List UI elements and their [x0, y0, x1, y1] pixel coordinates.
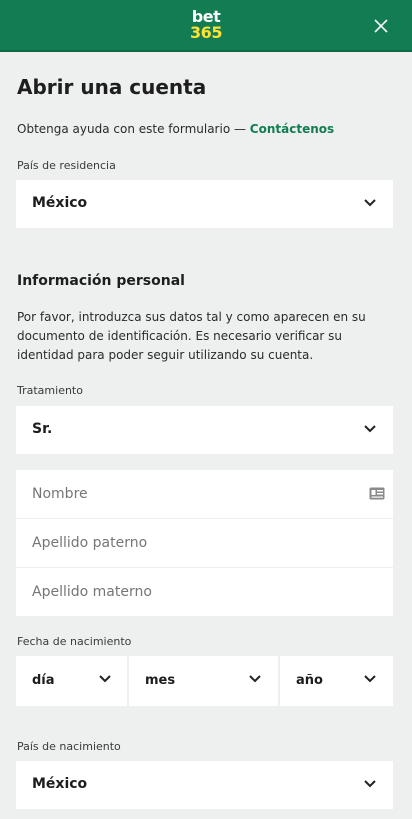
chevron-down-icon	[364, 425, 376, 433]
chevron-down-icon	[249, 675, 261, 683]
dob-month-select[interactable]: mes	[129, 656, 278, 706]
name-input[interactable]	[16, 470, 393, 518]
dob-year-value: año	[296, 673, 323, 688]
chevron-down-icon	[364, 199, 376, 207]
birth-country-label: País de nacimiento	[17, 740, 121, 753]
page-title: Abrir una cuenta	[17, 75, 207, 99]
close-icon[interactable]	[372, 17, 390, 35]
personal-info-text: Por favor, introduzca sus datos tal y co…	[17, 310, 366, 362]
maternal-surname-input[interactable]	[16, 568, 393, 616]
help-line: Obtenga ayuda con este formulario — Cont…	[17, 122, 334, 136]
birth-country-value: México	[32, 776, 88, 792]
id-card-icon	[369, 487, 385, 500]
residence-value: México	[32, 195, 88, 211]
personal-info-title: Información personal	[17, 273, 185, 289]
contact-link[interactable]: Contáctenos	[250, 122, 334, 136]
paternal-surname-input[interactable]	[16, 519, 393, 567]
bet365-logo: bet 365	[0, 9, 412, 41]
dob-day-select[interactable]: día	[16, 656, 127, 706]
title-value: Sr.	[32, 421, 53, 437]
title-select[interactable]: Sr.	[16, 406, 393, 454]
title-label: Tratamiento	[17, 384, 83, 397]
paternal-surname-field[interactable]	[16, 519, 393, 567]
dob-day-value: día	[32, 673, 55, 688]
chevron-down-icon	[99, 675, 111, 683]
residence-select[interactable]: México	[16, 180, 393, 228]
birth-country-select[interactable]: México	[16, 761, 393, 809]
help-text: Obtenga ayuda con este formulario —	[17, 122, 250, 136]
dob-label: Fecha de nacimiento	[17, 635, 132, 648]
chevron-down-icon	[364, 675, 376, 683]
dob-year-select[interactable]: año	[280, 656, 393, 706]
header-bar: bet 365	[0, 0, 412, 52]
maternal-surname-field[interactable]	[16, 568, 393, 616]
logo-text-365: 365	[190, 23, 222, 42]
name-field[interactable]	[16, 470, 393, 518]
residence-label: País de residencia	[17, 159, 116, 172]
chevron-down-icon	[364, 780, 376, 788]
dob-month-value: mes	[145, 673, 176, 688]
